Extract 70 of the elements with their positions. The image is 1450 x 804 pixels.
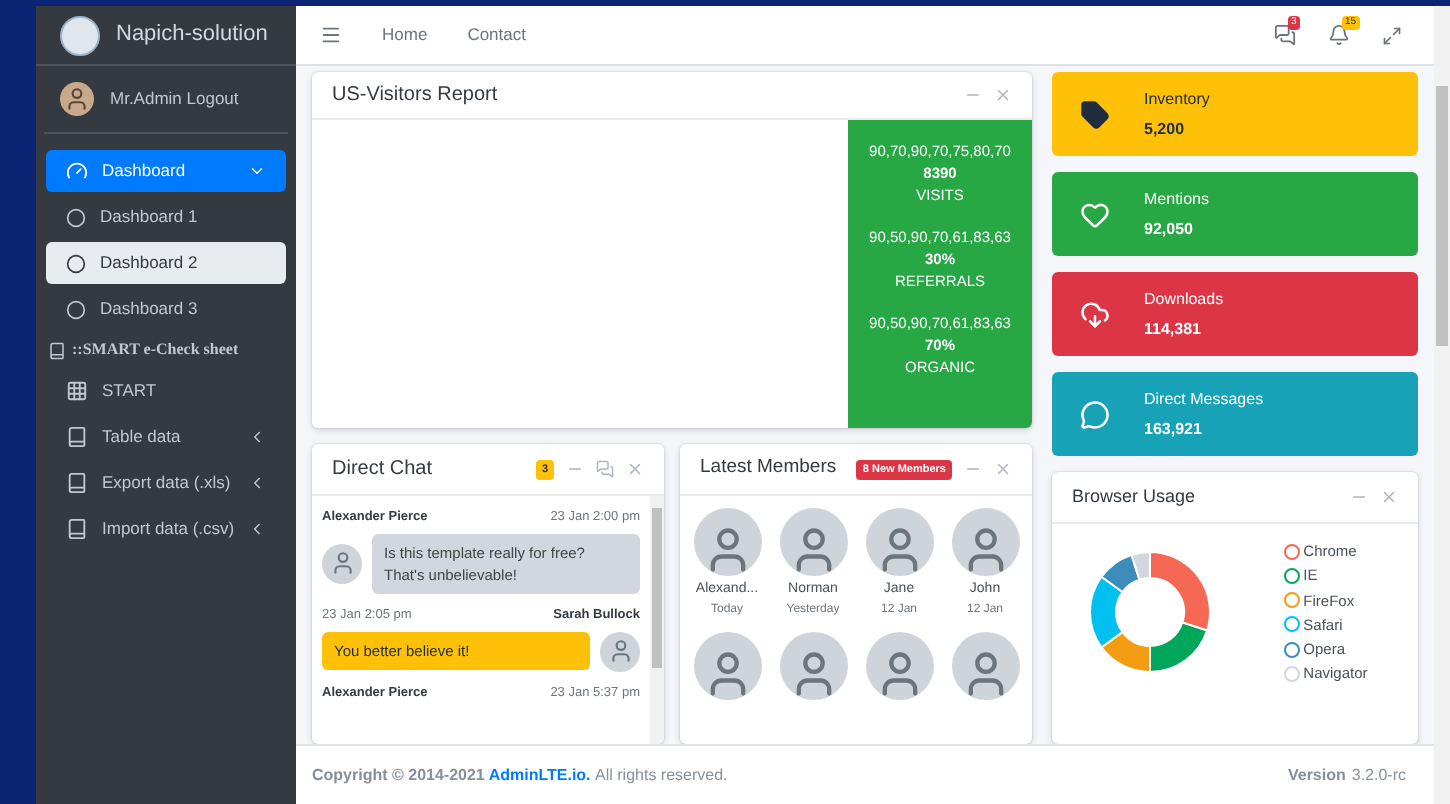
submenu-item[interactable]: Dashboard 2 xyxy=(46,242,286,284)
avatar-icon xyxy=(60,82,94,116)
adminlte-link[interactable]: AdminLTE.io. xyxy=(488,765,591,783)
menu-item[interactable]: Export data (.xls) xyxy=(46,462,286,504)
info-label: Mentions xyxy=(1144,190,1209,208)
info-value: 5,200 xyxy=(1144,120,1187,138)
avatar-icon xyxy=(600,631,640,671)
chevron-left-icon xyxy=(248,428,266,446)
avatar-icon xyxy=(693,508,761,576)
version-label: Version xyxy=(1287,763,1346,787)
close-icon[interactable] xyxy=(1380,488,1398,506)
fullscreen-icon[interactable] xyxy=(1382,25,1402,45)
info-label: Inventory xyxy=(1144,90,1210,108)
book-icon xyxy=(66,426,88,448)
submenu-item[interactable]: Dashboard 3 xyxy=(46,288,286,330)
card-title: Browser Usage xyxy=(1072,483,1196,510)
menu-item[interactable]: START xyxy=(46,370,286,412)
info-value: 92,050 xyxy=(1144,220,1195,238)
circle-icon xyxy=(66,253,86,273)
messages-icon[interactable] xyxy=(1274,24,1296,46)
bell-icon[interactable] xyxy=(1328,24,1350,46)
scrollbar[interactable] xyxy=(650,496,664,744)
heart-icon xyxy=(1079,199,1109,229)
user-logout-link[interactable]: Mr.Admin Logout xyxy=(110,86,239,112)
avatar-icon xyxy=(865,508,933,576)
avatar-icon xyxy=(865,631,933,699)
avatar-icon xyxy=(951,508,1019,576)
card-title: Latest Members xyxy=(700,454,837,483)
menu-item[interactable]: Import data (.csv) xyxy=(46,508,286,550)
avatar-icon xyxy=(693,631,761,699)
chevron-left-icon xyxy=(248,520,266,538)
close-icon[interactable] xyxy=(626,460,644,478)
avatar-icon xyxy=(322,543,362,584)
tag-icon xyxy=(1079,99,1109,129)
card-title: US-Visitors Report xyxy=(332,82,498,110)
chevron-left-icon xyxy=(248,474,266,492)
menu-icon[interactable] xyxy=(320,24,342,46)
chevron-down-icon xyxy=(248,162,266,180)
donut-chart-drawing xyxy=(1086,548,1215,677)
book-icon xyxy=(66,472,88,494)
book-icon xyxy=(48,341,66,359)
nav-link[interactable]: Contact xyxy=(467,22,526,48)
speech-bubble-icon xyxy=(1079,399,1109,429)
submenu-item[interactable]: Dashboard 1 xyxy=(46,196,286,238)
contacts-icon[interactable] xyxy=(596,460,614,478)
copyright-text: Copyright © 2014-2021 AdminLTE.io. All rights reserved. xyxy=(312,763,728,787)
menu-item[interactable]: Table data xyxy=(46,416,286,458)
section-header: ::SMART e-Check sheet xyxy=(72,338,239,362)
nav-link[interactable]: Home xyxy=(382,22,428,48)
book-icon xyxy=(66,518,88,540)
grid-icon xyxy=(66,380,88,402)
info-value: 163,921 xyxy=(1144,420,1204,438)
avatar-icon xyxy=(779,631,847,699)
close-icon[interactable] xyxy=(994,86,1012,104)
card-title: Direct Chat xyxy=(332,456,433,484)
brand-name[interactable]: Napich-solution xyxy=(116,18,268,52)
circle-icon xyxy=(66,207,86,227)
info-value: 114,381 xyxy=(1144,320,1203,338)
avatar-icon xyxy=(951,631,1019,699)
info-label: Downloads xyxy=(1144,290,1224,308)
version-number: 3.2.0-rc xyxy=(1351,763,1406,787)
close-icon[interactable] xyxy=(994,460,1012,478)
cloud-download-icon xyxy=(1079,299,1109,329)
info-label: Direct Messages xyxy=(1144,390,1264,408)
logo-icon xyxy=(60,15,100,55)
menu-item[interactable]: Dashboard xyxy=(46,150,286,192)
avatar-icon xyxy=(779,508,847,576)
page-scrollbar[interactable] xyxy=(1434,6,1450,804)
gauge-icon xyxy=(66,160,88,182)
circle-icon xyxy=(66,299,86,319)
